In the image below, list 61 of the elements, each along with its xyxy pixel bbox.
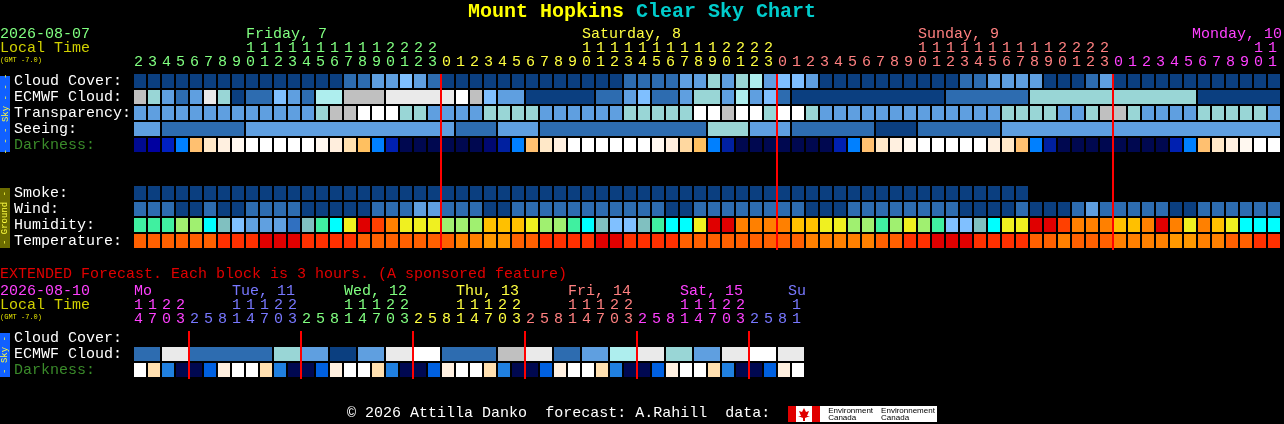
- row-label: Cloud Cover:: [13, 74, 124, 89]
- row-label: Seeing:: [13, 122, 78, 137]
- hour-ones: 012345678901234567890123: [440, 56, 778, 70]
- day-label: Fri, 14: [568, 285, 631, 299]
- sky-section-bar: - Sky -: [0, 333, 10, 377]
- chart-name: Clear Sky Chart: [636, 0, 817, 23]
- copyright-text: © 2026 Attilla Danko: [347, 406, 528, 422]
- hour-ones: 4703: [133, 313, 190, 327]
- day-label: Su: [788, 285, 806, 299]
- data-credit: data:: [725, 406, 771, 422]
- hour-tens: 11122: [680, 299, 750, 313]
- agency-name: Environnement Canada: [881, 407, 935, 421]
- row-label: Darkness:: [13, 138, 96, 153]
- day-label: Friday, 7: [246, 28, 327, 42]
- hour-tens: 11122: [568, 299, 638, 313]
- site-name: Mount Hopkins: [467, 0, 624, 23]
- row-label: Cloud Cover:: [13, 331, 124, 346]
- chart-date: 2026-08-10: [0, 285, 90, 299]
- hour-ones: 25814703: [189, 313, 302, 327]
- hour-ones: 25814703: [413, 313, 526, 327]
- row-label: Temperature:: [13, 234, 124, 249]
- hour-tens: 11111111112222: [917, 42, 1114, 56]
- local-time-label: Local Time: [0, 42, 90, 56]
- hour-ones: 2345678901234567890123: [132, 56, 442, 70]
- hour-tens: 11111111112222: [581, 42, 778, 56]
- ground-section-bar: - Ground -: [0, 188, 10, 248]
- hour-ones: 2581: [749, 313, 806, 327]
- agency-name: Environment Canada: [828, 407, 874, 421]
- hour-tens: 11122: [344, 299, 414, 313]
- row-label: Transparency:: [13, 106, 133, 121]
- hour-ones: 25814703: [525, 313, 638, 327]
- chart-date: 2026-08-07: [0, 28, 90, 42]
- sky-section-bar: - - - Sky - - -: [0, 76, 10, 152]
- row-label: Wind:: [13, 202, 60, 217]
- local-time-label: Local Time: [0, 299, 90, 313]
- day-label: Monday, 10: [1192, 28, 1282, 42]
- day-label: Thu, 13: [456, 285, 519, 299]
- flag-icon: [788, 406, 821, 422]
- day-label: Tue, 11: [232, 285, 295, 299]
- hour-tens: 11: [1254, 42, 1282, 56]
- day-label: Wed, 12: [344, 285, 407, 299]
- hour-tens: 11122: [456, 299, 526, 313]
- extended-note: EXTENDED Forecast. Each block is 3 hours. (A sponsored feature): [0, 267, 569, 283]
- hour-tens: 1: [792, 299, 806, 313]
- forecast-credit: forecast: A.Rahill: [545, 406, 708, 422]
- row-label: ECMWF Cloud:: [13, 90, 124, 105]
- hour-ones: 25814703: [637, 313, 750, 327]
- row-label: Humidity:: [13, 218, 96, 233]
- hour-ones: 012345678901: [1112, 56, 1282, 70]
- day-label: Sunday, 9: [918, 28, 999, 42]
- hour-tens: 11122: [232, 299, 302, 313]
- hour-tens: 11111111112222: [245, 42, 442, 56]
- day-label: Sat, 15: [680, 285, 743, 299]
- row-label: ECMWF Cloud:: [13, 347, 124, 362]
- hour-ones: 012345678901234567890123: [776, 56, 1114, 70]
- hour-ones: 25814703: [301, 313, 414, 327]
- day-label: Saturday, 8: [582, 28, 682, 42]
- day-label: Mo: [134, 285, 152, 299]
- row-label: Darkness:: [13, 363, 96, 378]
- hour-tens: 1122: [133, 299, 190, 313]
- row-label: Smoke:: [13, 186, 69, 201]
